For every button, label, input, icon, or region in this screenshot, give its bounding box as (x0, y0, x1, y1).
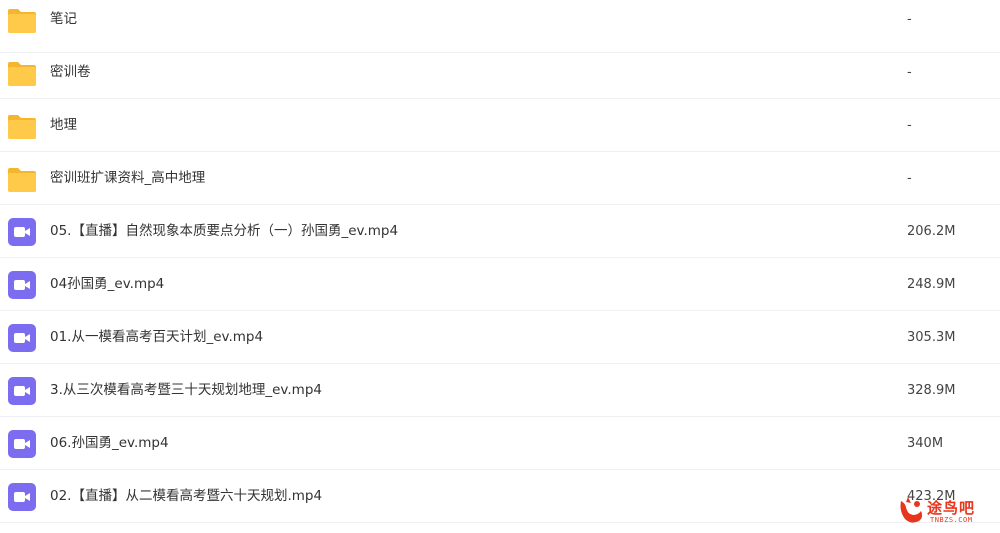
file-name[interactable]: 04孙国勇_ev.mp4 (50, 276, 164, 292)
list-item-video[interactable]: 05.【直播】自然现象本质要点分析（一）孙国勇_ev.mp4 206.2M (0, 205, 1000, 258)
file-size: 206.2M (907, 224, 956, 239)
video-file-icon (8, 271, 38, 299)
list-item-folder[interactable]: 密训班扩课资料_高中地理 - (0, 152, 1000, 205)
bird-logo-icon (897, 495, 927, 531)
file-name[interactable]: 密训卷 (50, 64, 91, 80)
file-size: - (907, 171, 912, 186)
watermark-subtitle: TNBZS.COM (930, 516, 973, 524)
file-name[interactable]: 05.【直播】自然现象本质要点分析（一）孙国勇_ev.mp4 (50, 223, 398, 239)
file-name[interactable]: 01.从一模看高考百天计划_ev.mp4 (50, 329, 263, 345)
folder-icon (7, 113, 37, 140)
folder-icon (7, 60, 37, 87)
file-size: - (907, 118, 912, 133)
list-item-folder[interactable]: 密训卷 - (0, 46, 1000, 99)
file-size: - (907, 65, 912, 80)
video-file-icon (8, 324, 38, 352)
list-item-video[interactable]: 04孙国勇_ev.mp4 248.9M (0, 258, 1000, 311)
video-file-icon (8, 430, 38, 458)
file-name[interactable]: 02.【直播】从二模看高考暨六十天规划.mp4 (50, 488, 322, 504)
list-item-video[interactable]: 01.从一模看高考百天计划_ev.mp4 305.3M (0, 311, 1000, 364)
file-name[interactable]: 笔记 (50, 11, 77, 27)
video-file-icon (8, 483, 38, 511)
folder-icon (7, 7, 37, 34)
file-size: - (907, 12, 912, 27)
list-item-video[interactable]: 06.孙国勇_ev.mp4 340M (0, 417, 1000, 470)
file-list: 笔记 - 密训卷 - 地理 - 密训班扩课资料_高中地理 - 05.【直播】自然… (0, 0, 1000, 533)
file-name[interactable]: 密训班扩课资料_高中地理 (50, 170, 205, 186)
file-size: 340M (907, 436, 944, 451)
video-file-icon (8, 377, 38, 405)
video-file-icon (8, 218, 38, 246)
file-size: 248.9M (907, 277, 956, 292)
file-name[interactable]: 地理 (50, 117, 77, 133)
list-item-video[interactable]: 3.从三次模看高考暨三十天规划地理_ev.mp4 328.9M (0, 364, 1000, 417)
file-name[interactable]: 3.从三次模看高考暨三十天规划地理_ev.mp4 (50, 382, 322, 398)
watermark-title: 途鸟吧 (927, 499, 976, 517)
file-size: 328.9M (907, 383, 956, 398)
file-name[interactable]: 06.孙国勇_ev.mp4 (50, 435, 169, 451)
file-size: 305.3M (907, 330, 956, 345)
list-item-folder[interactable]: 地理 - (0, 99, 1000, 152)
folder-icon (7, 166, 37, 193)
list-item-video[interactable]: 02.【直播】从二模看高考暨六十天规划.mp4 423.2M (0, 470, 1000, 523)
site-watermark: 途鸟吧 TNBZS.COM (897, 495, 992, 529)
